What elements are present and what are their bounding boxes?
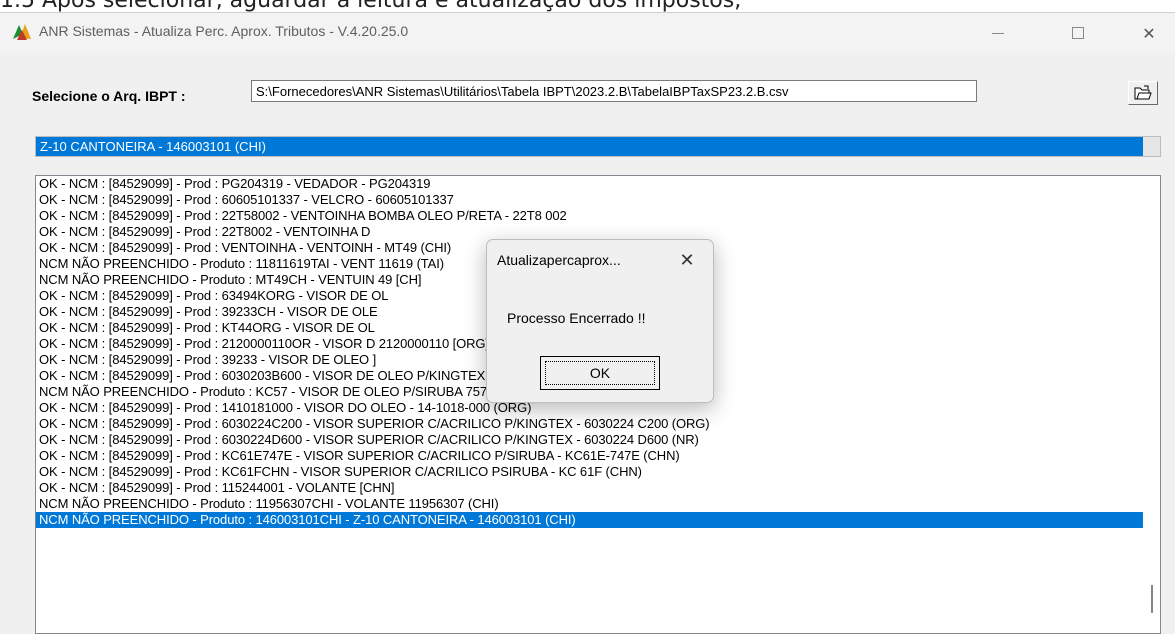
list-item[interactable]: OK - NCM : [84529099] - Prod : KC61FCHN … xyxy=(36,464,1160,480)
list-item[interactable]: OK - NCM : [84529099] - Prod : 115244001… xyxy=(36,480,1160,496)
list-item[interactable]: OK - NCM : [84529099] - Prod : KC61E747E… xyxy=(36,448,1160,464)
list-item[interactable]: OK - NCM : [84529099] - Prod : 6030224D6… xyxy=(36,432,1160,448)
window-title: ANR Sistemas - Atualiza Perc. Aprox. Tri… xyxy=(39,23,409,39)
close-button[interactable]: ✕ xyxy=(1126,13,1172,53)
file-select-label: Selecione o Arq. IBPT : xyxy=(32,88,186,104)
close-icon: ✕ xyxy=(679,249,695,271)
progress-label: Z-10 CANTONEIRA - 146003101 (CHI) xyxy=(40,139,266,154)
open-folder-icon xyxy=(1134,85,1152,100)
close-icon: ✕ xyxy=(1142,23,1156,43)
app-window: ANR Sistemas - Atualiza Perc. Aprox. Tri… xyxy=(0,12,1175,634)
ibpt-file-path-input[interactable] xyxy=(251,80,977,102)
maximize-icon xyxy=(1072,27,1084,39)
minimize-button[interactable] xyxy=(975,13,1021,53)
ok-button-label: OK xyxy=(545,361,655,385)
list-item[interactable]: OK - NCM : [84529099] - Prod : 606051013… xyxy=(36,192,1160,208)
message-dialog: Atualizapercaprox... ✕ Processo Encerrad… xyxy=(486,239,714,403)
progress-bar: Z-10 CANTONEIRA - 146003101 (CHI) xyxy=(35,136,1161,157)
list-item[interactable]: OK - NCM : [84529099] - Prod : 22T8002 -… xyxy=(36,224,1160,240)
list-item[interactable]: NCM NÃO PREENCHIDO - Produto : 11956307C… xyxy=(36,496,1160,512)
scroll-thumb[interactable] xyxy=(1151,585,1153,613)
maximize-button[interactable] xyxy=(1055,13,1101,53)
dialog-close-button[interactable]: ✕ xyxy=(671,246,703,274)
vertical-scrollbar[interactable] xyxy=(1143,176,1160,633)
ok-button[interactable]: OK xyxy=(540,356,660,390)
browse-file-button[interactable] xyxy=(1128,81,1158,105)
top-caption-fragment: 1.5 Após selecionar, aguardar a leitura … xyxy=(0,0,742,13)
dialog-body: Processo Encerrado !! OK xyxy=(487,276,711,400)
dialog-message: Processo Encerrado !! xyxy=(507,310,646,326)
minimize-icon xyxy=(992,32,1004,34)
dialog-title: Atualizapercaprox... xyxy=(497,252,621,268)
list-item[interactable]: OK - NCM : [84529099] - Prod : 6030224C2… xyxy=(36,416,1160,432)
title-bar: ANR Sistemas - Atualiza Perc. Aprox. Tri… xyxy=(0,13,1175,53)
list-item[interactable]: OK - NCM : [84529099] - Prod : PG204319 … xyxy=(36,176,1160,192)
app-logo-icon xyxy=(13,24,31,40)
list-item[interactable]: OK - NCM : [84529099] - Prod : 22T58002 … xyxy=(36,208,1160,224)
list-item-selected[interactable]: NCM NÃO PREENCHIDO - Produto : 146003101… xyxy=(36,512,1160,528)
